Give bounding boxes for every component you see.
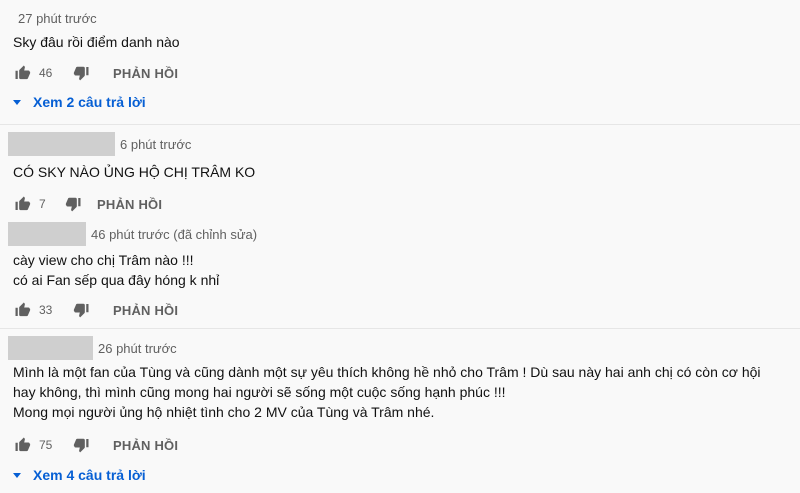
thumbs-up-icon[interactable] <box>13 194 33 214</box>
like-count: 7 <box>39 197 46 211</box>
like-count: 46 <box>39 66 53 80</box>
comment-actions: 75 PHẢN HỒI <box>13 433 178 457</box>
comment-actions: 7 PHẢN HỒI <box>13 192 162 216</box>
comment-header: 46 phút trước (đã chỉnh sửa) <box>8 222 257 246</box>
comment-time: 46 phút trước (đã chỉnh sửa) <box>91 226 258 242</box>
divider <box>0 124 800 125</box>
author-name-redacted[interactable] <box>8 336 93 360</box>
thumbs-down-icon[interactable] <box>63 194 83 214</box>
view-replies-button[interactable]: Xem 2 câu trả lời <box>13 93 146 111</box>
caret-down-icon <box>13 472 21 478</box>
thumbs-down-icon[interactable] <box>71 63 91 83</box>
comment-text: CÓ SKY NÀO ỦNG HỘ CHỊ TRÂM KO <box>13 164 256 180</box>
comment-text: cày view cho chị Trâm nào !!! có ai Fan … <box>13 252 220 288</box>
like-count: 33 <box>39 303 53 317</box>
comment-actions: 46 PHẢN HỒI <box>13 61 178 85</box>
comment-header: 6 phút trước <box>8 132 191 156</box>
comment-time: 26 phút trước <box>98 340 177 356</box>
thumbs-up-icon[interactable] <box>13 435 33 455</box>
thumbs-up-icon[interactable] <box>13 300 33 320</box>
comment-text: Sky đâu rồi điểm danh nào <box>13 34 180 50</box>
author-name-redacted[interactable] <box>8 132 115 156</box>
view-replies-label: Xem 2 câu trả lời <box>33 94 146 110</box>
divider <box>0 328 800 329</box>
view-replies-label: Xem 4 câu trả lời <box>33 467 146 483</box>
comment-time: 6 phút trước <box>120 136 192 152</box>
reply-button[interactable]: PHẢN HỒI <box>113 303 178 318</box>
reply-button[interactable]: PHẢN HỒI <box>113 438 178 453</box>
comment-time: 27 phút trước <box>18 10 97 26</box>
view-replies-button[interactable]: Xem 4 câu trả lời <box>13 466 146 484</box>
reply-button[interactable]: PHẢN HỒI <box>113 66 178 81</box>
comment-header: 27 phút trước <box>18 6 97 30</box>
thumbs-down-icon[interactable] <box>71 435 91 455</box>
reply-button[interactable]: PHẢN HỒI <box>97 197 162 212</box>
comment-actions: 33 PHẢN HỒI <box>13 298 178 322</box>
thumbs-up-icon[interactable] <box>13 63 33 83</box>
comment-text: Mình là một fan của Tùng và cũng dành mộ… <box>13 364 761 420</box>
comment-header: 26 phút trước <box>8 336 177 360</box>
like-count: 75 <box>39 438 53 452</box>
caret-down-icon <box>13 99 21 105</box>
thumbs-down-icon[interactable] <box>71 300 91 320</box>
author-name-redacted[interactable] <box>8 222 86 246</box>
